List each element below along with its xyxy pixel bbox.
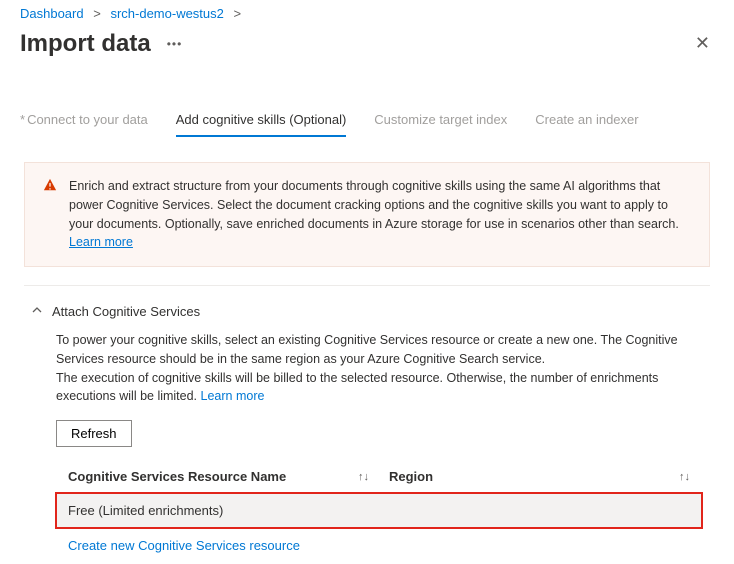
- breadcrumb-resource[interactable]: srch-demo-westus2: [110, 6, 223, 21]
- table-header: Cognitive Services Resource Name ↑↓ Regi…: [56, 461, 702, 493]
- info-banner: Enrich and extract structure from your d…: [24, 162, 710, 267]
- attach-section: Attach Cognitive Services To power your …: [24, 304, 710, 564]
- breadcrumb-root[interactable]: Dashboard: [20, 6, 84, 21]
- section-header[interactable]: Attach Cognitive Services: [24, 304, 710, 319]
- chevron-up-icon: [32, 305, 42, 318]
- section-learn-more-link[interactable]: Learn more: [201, 389, 265, 403]
- banner-text: Enrich and extract structure from your d…: [69, 177, 691, 252]
- cell-region: [379, 501, 690, 521]
- header-bar: Import data ••• ✕: [0, 21, 734, 78]
- more-menu-icon[interactable]: •••: [167, 37, 183, 51]
- breadcrumb-sep: >: [93, 6, 101, 21]
- tab-indexer[interactable]: Create an indexer: [535, 106, 638, 137]
- banner-learn-more-link[interactable]: Learn more: [69, 235, 133, 249]
- tab-index[interactable]: Customize target index: [374, 106, 507, 137]
- create-resource-link[interactable]: Create new Cognitive Services resource: [56, 528, 312, 564]
- section-p2: The execution of cognitive skills will b…: [56, 369, 702, 407]
- wizard-tabs: *Connect to your data Add cognitive skil…: [0, 106, 734, 138]
- sort-icon: ↑↓: [679, 469, 690, 486]
- close-icon[interactable]: ✕: [691, 29, 714, 58]
- section-p1: To power your cognitive skills, select a…: [56, 331, 702, 369]
- breadcrumb: Dashboard > srch-demo-westus2 >: [0, 0, 734, 21]
- tab-skills[interactable]: Add cognitive skills (Optional): [176, 106, 347, 137]
- sort-icon: ↑↓: [358, 469, 369, 486]
- table-row[interactable]: Free (Limited enrichments): [56, 493, 702, 529]
- resource-table: Cognitive Services Resource Name ↑↓ Regi…: [56, 461, 702, 564]
- col-header-region[interactable]: Region ↑↓: [389, 467, 690, 487]
- section-body: To power your cognitive skills, select a…: [24, 319, 710, 564]
- refresh-button[interactable]: Refresh: [56, 420, 132, 447]
- tab-connect[interactable]: *Connect to your data: [20, 106, 148, 137]
- col-header-name[interactable]: Cognitive Services Resource Name ↑↓: [68, 467, 389, 487]
- page-title: Import data: [20, 30, 151, 58]
- breadcrumb-sep-2: >: [234, 6, 242, 21]
- warning-icon: [43, 178, 57, 252]
- cell-name: Free (Limited enrichments): [68, 501, 379, 521]
- divider: [24, 285, 710, 286]
- section-title: Attach Cognitive Services: [52, 304, 200, 319]
